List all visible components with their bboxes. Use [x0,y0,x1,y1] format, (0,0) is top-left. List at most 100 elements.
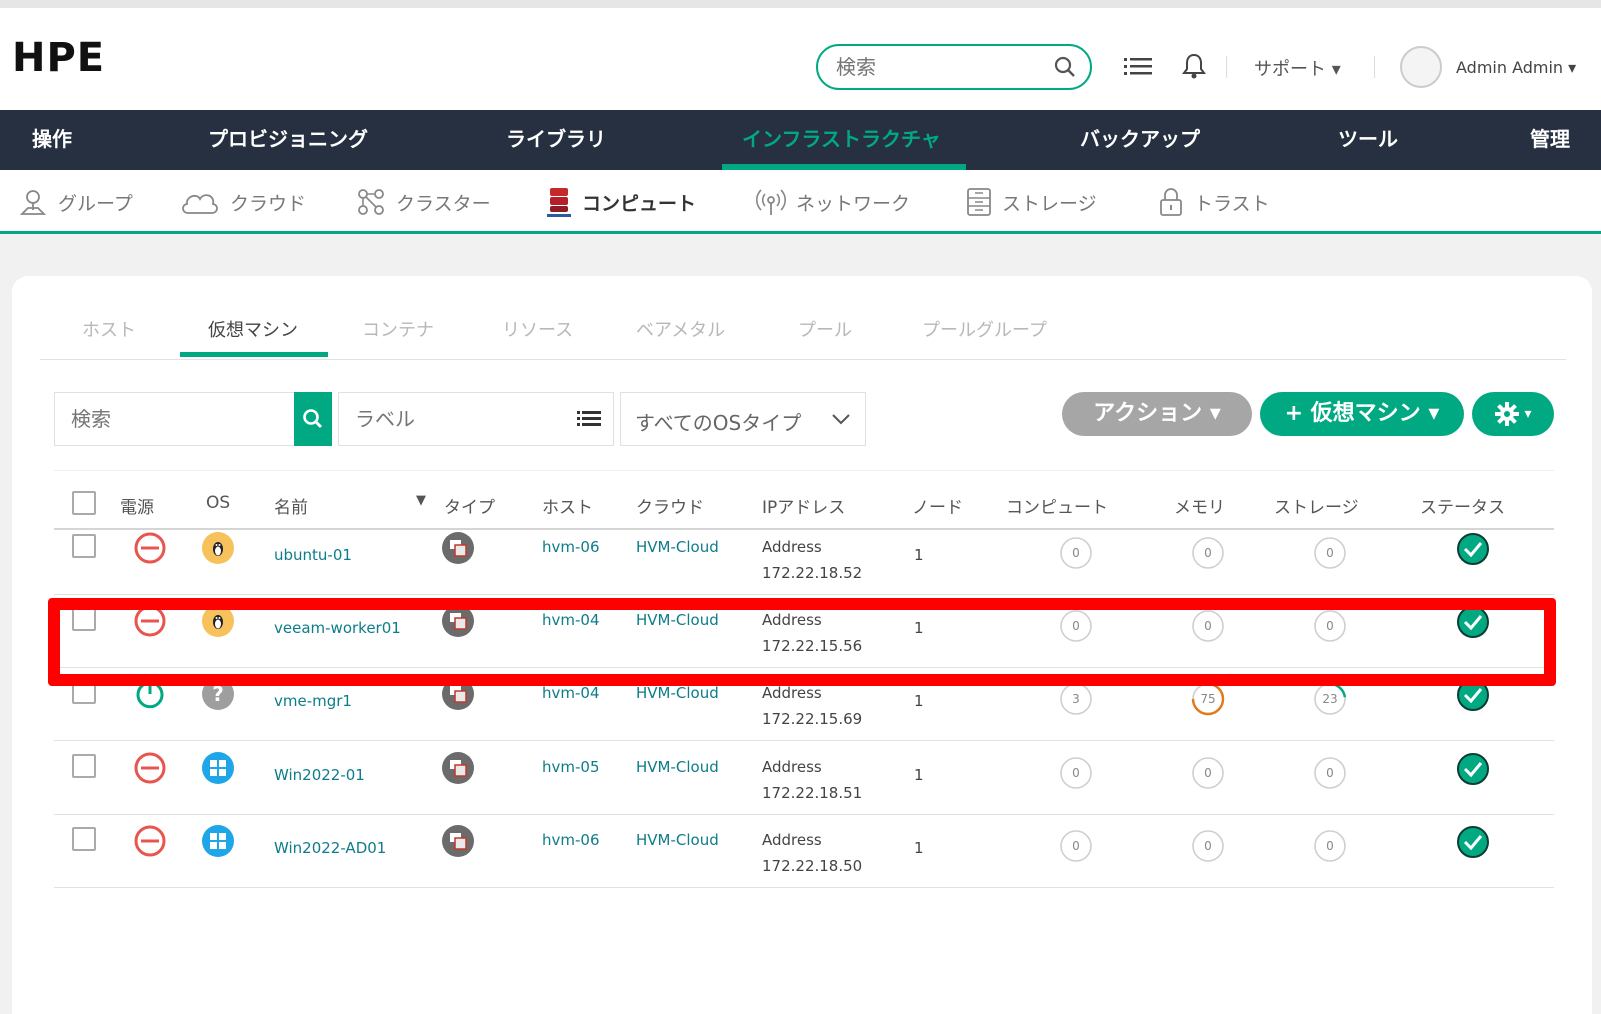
vm-search-field[interactable] [54,392,298,446]
support-menu[interactable]: サポート ▾ [1254,55,1341,81]
col-nodes[interactable]: ノード [912,493,963,518]
tab-virtual-machines[interactable]: 仮想マシン [208,316,298,342]
subnav-label: クラスター [396,192,491,215]
header-divider [1374,56,1375,78]
table-row[interactable]: Win2022-AD01 hvm-06 HVM-Cloud Address 17… [54,813,1554,888]
global-search[interactable] [816,44,1092,90]
col-status[interactable]: ステータス [1420,493,1505,518]
os-windows-icon [200,823,236,863]
tab-pools[interactable]: プール [798,316,852,342]
subnav-clusters[interactable]: クラスター [356,186,491,218]
col-compute[interactable]: コンピュート [1006,493,1108,518]
memory-value: 0 [1204,546,1212,560]
subnav-groups[interactable]: グループ [18,186,133,218]
col-os[interactable]: OS [206,493,230,513]
tab-hosts[interactable]: ホスト [82,316,136,342]
host-link[interactable]: hvm-04 [542,684,600,702]
row-checkbox[interactable] [72,534,96,558]
settings-button[interactable]: ▾ [1472,392,1554,436]
col-power[interactable]: 電源 [120,493,154,518]
subnav-compute[interactable]: コンピュート [546,186,696,218]
col-host[interactable]: ホスト [542,493,593,518]
status-ok-icon [1456,825,1490,863]
cloud-link[interactable]: HVM-Cloud [636,831,719,849]
search-icon[interactable] [1054,56,1076,82]
tab-bare-metal[interactable]: ベアメタル [636,316,725,342]
add-vm-label: + 仮想マシン [1284,401,1421,426]
compute-gauge: 0 [1058,828,1094,864]
list-view-icon[interactable] [1124,55,1152,83]
user-name: Admin Admin [1456,58,1564,77]
col-cloud[interactable]: クラウド [636,493,704,518]
vm-name-link[interactable]: Win2022-AD01 [274,839,386,857]
label-filter[interactable] [338,392,614,446]
nav-backup[interactable]: バックアップ [1080,110,1200,170]
col-memory[interactable]: メモリ [1174,493,1225,518]
user-menu[interactable]: Admin Admin ▾ [1456,58,1576,77]
nav-provisioning[interactable]: プロビジョニング [208,110,368,170]
col-ip-address[interactable]: IPアドレス [762,493,845,518]
nav-operations[interactable]: 操作 [32,110,72,170]
label-filter-input[interactable] [355,405,555,433]
gear-icon [1495,402,1520,426]
os-linux-icon [200,530,236,570]
storage-gauge: 23 [1312,681,1348,717]
col-storage[interactable]: ストレージ [1274,493,1359,518]
os-type-select[interactable]: すべてのOSタイプ [620,392,866,446]
vm-search-button[interactable] [294,392,332,446]
power-off-icon[interactable] [132,750,168,790]
nav-administration[interactable]: 管理 [1530,110,1570,170]
vm-name-link[interactable]: vme-mgr1 [274,692,352,710]
select-all-checkbox[interactable] [72,491,96,515]
compute-value: 0 [1072,839,1080,853]
ip-address: 172.22.18.51 [762,784,863,802]
node-count: 1 [914,546,924,564]
node-count: 1 [914,692,924,710]
col-name[interactable]: 名前 [274,493,308,518]
subnav-trust[interactable]: トラスト [1158,186,1270,218]
subnav-label: グループ [58,192,133,215]
subnav-storage[interactable]: ストレージ [966,186,1097,218]
ip-address: 172.22.15.69 [762,710,863,728]
power-off-icon[interactable] [132,823,168,863]
subnav-clouds[interactable]: クラウド [180,186,306,218]
nav-tools[interactable]: ツール [1338,110,1398,170]
cloud-link[interactable]: HVM-Cloud [636,538,719,556]
compute-server-icon [547,188,571,217]
subnav-network[interactable]: ネットワーク [756,186,910,218]
label-list-icon[interactable] [577,409,601,435]
os-type-value: すべてのOSタイプ [635,411,802,435]
storage-value: 23 [1322,692,1338,706]
table-row[interactable]: ubuntu-01 hvm-06 HVM-Cloud Address 172.2… [54,520,1554,595]
tab-pool-groups[interactable]: プールグループ [922,316,1047,342]
table-row[interactable]: Win2022-01 hvm-05 HVM-Cloud Address 172.… [54,740,1554,815]
host-link[interactable]: hvm-06 [542,831,600,849]
support-label: サポート [1254,59,1326,80]
notification-bell-icon[interactable] [1182,52,1206,84]
row-checkbox[interactable] [72,754,96,778]
action-button[interactable]: アクション ▾ [1062,392,1252,436]
ip-label: Address [762,758,822,776]
vm-name-link[interactable]: Win2022-01 [274,766,365,784]
avatar[interactable] [1400,46,1442,88]
add-vm-button[interactable]: + 仮想マシン ▾ [1260,392,1464,436]
header-divider [1226,56,1227,78]
cloud-link[interactable]: HVM-Cloud [636,758,719,776]
hpe-logo[interactable]: HPE [12,35,105,81]
vm-name-link[interactable]: ubuntu-01 [274,546,352,564]
vm-search-input[interactable] [71,405,271,433]
global-search-input[interactable] [836,54,1046,80]
nav-infrastructure[interactable]: インフラストラクチャ [742,110,941,170]
host-link[interactable]: hvm-06 [542,538,600,556]
cloud-link[interactable]: HVM-Cloud [636,684,719,702]
nav-library[interactable]: ライブラリ [506,110,606,170]
row-checkbox[interactable] [72,827,96,851]
cloud-icon [182,194,218,214]
storage-gauge: 0 [1312,535,1348,571]
sort-chevron-icon[interactable]: ▼ [416,493,426,508]
host-link[interactable]: hvm-05 [542,758,600,776]
col-type[interactable]: タイプ [444,493,495,518]
tab-containers[interactable]: コンテナ [362,316,434,342]
tab-resources[interactable]: リソース [502,316,573,342]
power-off-icon[interactable] [132,530,168,570]
